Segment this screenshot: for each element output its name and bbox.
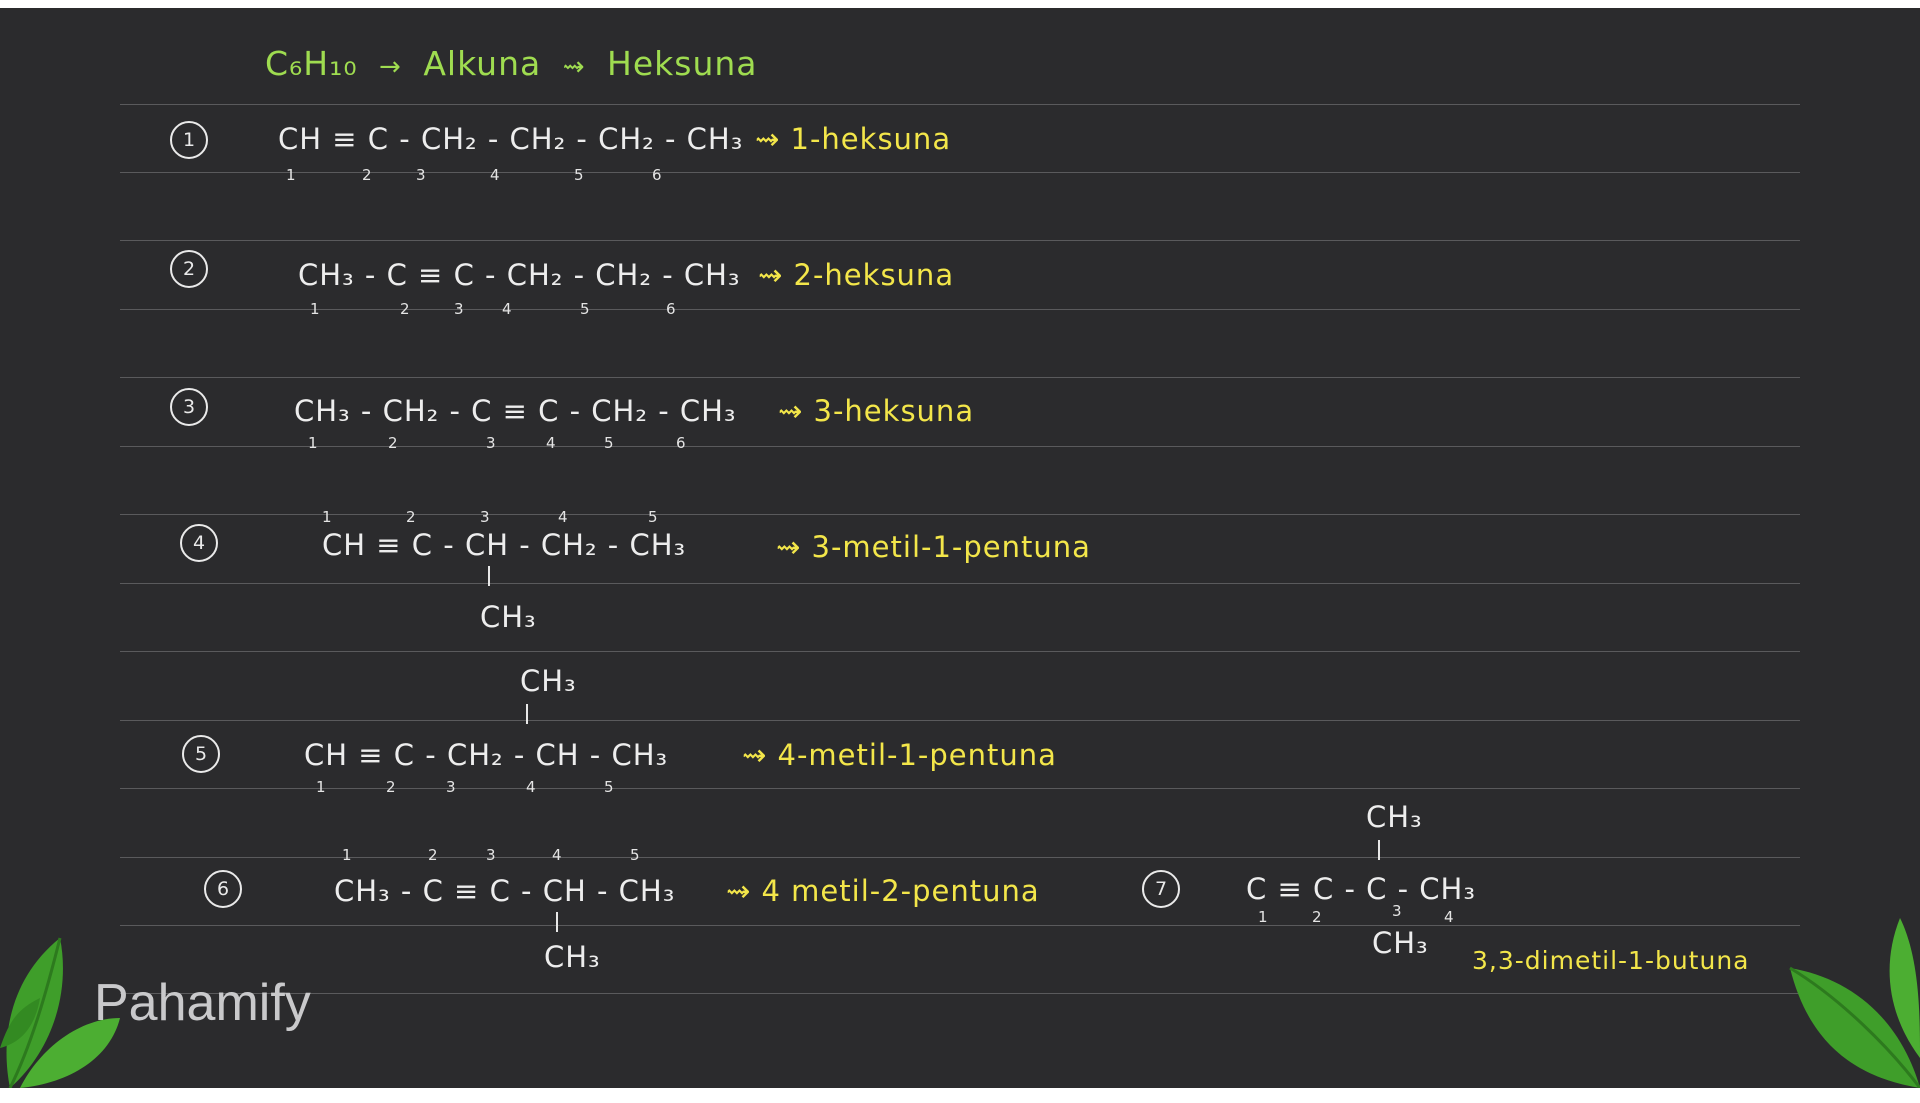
rule-line [120, 104, 1800, 105]
branch-group: CH₃ [1366, 800, 1423, 834]
position-number: 6 [666, 300, 676, 318]
position-number: 2 [400, 300, 410, 318]
header-line: C₆H₁₀ → Alkuna ⇝ Heksuna [265, 44, 758, 83]
structural-formula: CH₃ - C ≡ C - CH - CH₃ [334, 874, 676, 908]
position-number: 4 [552, 846, 562, 864]
branch-bond [488, 566, 490, 586]
whiteboard: C₆H₁₀ → Alkuna ⇝ Heksuna 1 CH ≡ C - CH₂ … [0, 8, 1920, 1088]
rule-line [120, 720, 1800, 721]
compound-name: ⇝ 3-heksuna [778, 394, 975, 428]
compound-name: ⇝ 3-metil-1-pentuna [776, 530, 1091, 564]
position-number: 4 [502, 300, 512, 318]
compound-name: 3,3-dimetil-1-butuna [1472, 946, 1750, 975]
position-number: 6 [652, 166, 662, 184]
branch-bond [556, 912, 558, 932]
position-number: 3 [454, 300, 464, 318]
structural-formula: C ≡ C - C - CH₃ [1246, 872, 1476, 906]
rule-line [120, 993, 1800, 994]
position-number: 2 [406, 508, 416, 526]
position-number: 2 [362, 166, 372, 184]
rule-line [120, 583, 1800, 584]
compound-name: ⇝ 4-metil-1-pentuna [742, 738, 1057, 772]
row-number-badge: 5 [182, 735, 220, 773]
rule-line [120, 788, 1800, 789]
rule-line [120, 857, 1800, 858]
compound-name: ⇝ 2-heksuna [758, 258, 955, 292]
structural-formula: CH ≡ C - CH - CH₂ - CH₃ [322, 528, 687, 562]
structural-formula: CH ≡ C - CH₂ - CH₂ - CH₂ - CH₃ [278, 122, 744, 156]
position-number: 6 [676, 434, 686, 452]
header-name: Heksuna [607, 44, 758, 83]
position-number: 2 [388, 434, 398, 452]
rule-line [120, 377, 1800, 378]
rule-line [120, 172, 1800, 173]
header-arrow: → [379, 52, 402, 82]
position-number: 1 [308, 434, 318, 452]
position-number: 3 [480, 508, 490, 526]
position-number: 4 [558, 508, 568, 526]
rule-line [120, 925, 1800, 926]
position-number: 3 [486, 846, 496, 864]
position-number: 4 [526, 778, 536, 796]
position-number: 3 [1392, 902, 1402, 920]
position-number: 3 [446, 778, 456, 796]
row-number-badge: 7 [1142, 870, 1180, 908]
position-number: 4 [546, 434, 556, 452]
structural-formula: CH₃ - C ≡ C - CH₂ - CH₂ - CH₃ [298, 258, 741, 292]
compound-name: ⇝ 1-heksuna [755, 122, 952, 156]
row-number-badge: 6 [204, 870, 242, 908]
branch-group: CH₃ [1372, 926, 1429, 960]
position-number: 4 [490, 166, 500, 184]
position-number: 5 [604, 778, 614, 796]
position-number: 5 [574, 166, 584, 184]
branch-group: CH₃ [520, 664, 577, 698]
header-class: Alkuna [423, 44, 542, 83]
header-arrow: ⇝ [562, 52, 586, 82]
position-number: 5 [648, 508, 658, 526]
row-number-badge: 4 [180, 524, 218, 562]
position-number: 3 [486, 434, 496, 452]
rule-line [120, 309, 1800, 310]
rule-line [120, 240, 1800, 241]
row-number-badge: 1 [170, 121, 208, 159]
position-number: 1 [286, 166, 296, 184]
position-number: 1 [310, 300, 320, 318]
branch-group: CH₃ [480, 600, 537, 634]
position-number: 5 [604, 434, 614, 452]
branch-bond [526, 704, 528, 724]
position-number: 2 [386, 778, 396, 796]
position-number: 5 [580, 300, 590, 318]
branch-bond [1378, 840, 1380, 860]
compound-name: ⇝ 4 metil-2-pentuna [726, 874, 1040, 908]
brand-logo: Pahamify [94, 974, 311, 1032]
leaf-right-icon [1789, 918, 1920, 1088]
rule-line [120, 446, 1800, 447]
position-number: 1 [1258, 908, 1268, 926]
structural-formula: CH ≡ C - CH₂ - CH - CH₃ [304, 738, 669, 772]
position-number: 1 [316, 778, 326, 796]
position-number: 2 [1312, 908, 1322, 926]
position-number: 3 [416, 166, 426, 184]
position-number: 4 [1444, 908, 1454, 926]
rule-line [120, 651, 1800, 652]
position-number: 2 [428, 846, 438, 864]
rule-line [120, 514, 1800, 515]
structural-formula: CH₃ - CH₂ - C ≡ C - CH₂ - CH₃ [294, 394, 737, 428]
row-number-badge: 2 [170, 250, 208, 288]
row-number-badge: 3 [170, 388, 208, 426]
header-formula: C₆H₁₀ [265, 44, 358, 83]
position-number: 5 [630, 846, 640, 864]
position-number: 1 [342, 846, 352, 864]
position-number: 1 [322, 508, 332, 526]
branch-group: CH₃ [544, 940, 601, 974]
